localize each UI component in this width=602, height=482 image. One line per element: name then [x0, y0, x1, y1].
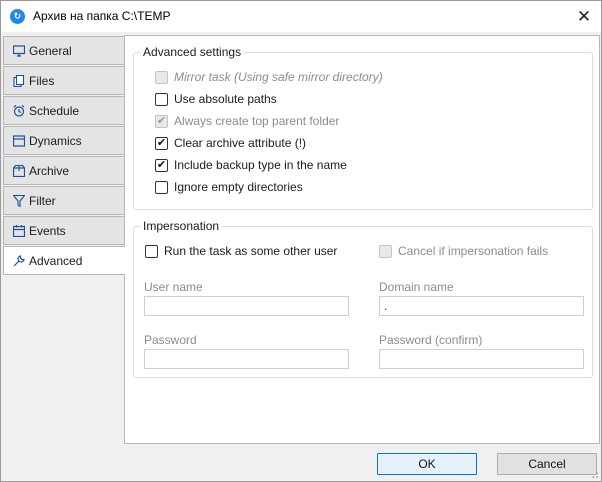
user-name-field[interactable] — [144, 296, 349, 316]
wrench-icon — [13, 255, 25, 267]
tab-events[interactable]: Events — [3, 216, 125, 245]
checkbox-label: Use absolute paths — [174, 92, 277, 106]
tab-archive[interactable]: Archive — [3, 156, 125, 185]
domain-name-label: Domain name — [379, 280, 454, 294]
cancel-button[interactable]: Cancel — [497, 453, 597, 475]
dialog-window: ↻ Архив на папка C:\TEMP ✕ General Files — [0, 0, 602, 482]
tab-label: Dynamics — [29, 134, 82, 148]
user-name-label: User name — [144, 280, 203, 294]
tab-label: Events — [29, 224, 66, 238]
tab-label: General — [29, 44, 72, 58]
impersonation-group: Impersonation Run the task as some other… — [133, 219, 593, 378]
checkbox-box — [145, 245, 158, 258]
tab-advanced[interactable]: Advanced — [3, 246, 125, 275]
tab-schedule[interactable]: Schedule — [3, 96, 125, 125]
checkbox-box — [155, 181, 168, 194]
tab-files[interactable]: Files — [3, 66, 125, 95]
calendar-icon — [13, 225, 25, 237]
checkbox-label: Mirror task (Using safe mirror directory… — [174, 70, 383, 84]
checkbox-box — [379, 245, 392, 258]
password-confirm-label: Password (confirm) — [379, 333, 483, 347]
tab-label: Filter — [29, 194, 56, 208]
advanced-panel: Advanced settings Mirror task (Using saf… — [124, 35, 600, 444]
close-button[interactable]: ✕ — [567, 1, 601, 32]
checkbox-label: Cancel if impersonation fails — [398, 244, 549, 258]
password-label: Password — [144, 333, 197, 347]
tab-label: Files — [29, 74, 55, 88]
tab-filter[interactable]: Filter — [3, 186, 125, 215]
title-bar: ↻ Архив на папка C:\TEMP ✕ — [1, 1, 601, 32]
check-mark-icon: ✔ — [155, 159, 168, 172]
files-icon — [13, 75, 25, 87]
check-mark-icon: ✔ — [155, 137, 168, 150]
tab-label: Advanced — [29, 254, 83, 268]
checkbox-label: Always create top parent folder — [174, 114, 340, 128]
checkbox-label: Include backup type in the name — [174, 158, 347, 172]
checkbox-label: Run the task as some other user — [164, 244, 338, 258]
dynamics-window-icon — [13, 135, 25, 147]
password-field[interactable] — [144, 349, 349, 369]
checkbox-box — [155, 71, 168, 84]
resize-grip-icon[interactable] — [589, 469, 599, 479]
group-legend: Advanced settings — [140, 45, 245, 59]
group-legend: Impersonation — [140, 219, 223, 233]
ok-button[interactable]: OK — [377, 453, 477, 475]
alarm-clock-icon — [13, 105, 25, 117]
archive-box-icon — [13, 165, 25, 177]
window-title: Архив на папка C:\TEMP — [33, 9, 171, 23]
tab-label: Archive — [29, 164, 70, 178]
check-mark-icon: ✔ — [155, 115, 168, 128]
checkbox-label: Clear archive attribute (!) — [174, 136, 307, 150]
domain-name-field[interactable]: . — [379, 296, 584, 316]
funnel-icon — [13, 195, 25, 207]
monitor-icon — [13, 45, 25, 57]
advanced-settings-group: Advanced settings Mirror task (Using saf… — [133, 45, 593, 210]
checkbox-label: Ignore empty directories — [174, 180, 303, 194]
clock-refresh-icon: ↻ — [10, 9, 25, 24]
tab-label: Schedule — [29, 104, 80, 118]
tab-general[interactable]: General — [3, 36, 125, 65]
tab-dynamics[interactable]: Dynamics — [3, 126, 125, 155]
checkbox-box — [155, 93, 168, 106]
password-confirm-field[interactable] — [379, 349, 584, 369]
